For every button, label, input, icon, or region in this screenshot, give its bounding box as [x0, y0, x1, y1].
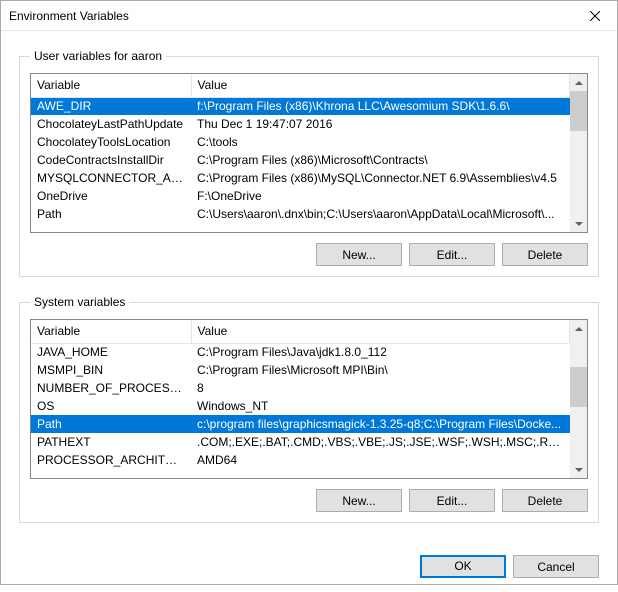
cell-value: C:\Program Files (x86)\Microsoft\Contrac… — [191, 151, 570, 169]
scroll-up-button[interactable] — [570, 320, 587, 337]
table-row[interactable]: PATHEXT.COM;.EXE;.BAT;.CMD;.VBS;.VBE;.JS… — [31, 433, 570, 451]
table-row[interactable]: AWE_DIRf:\Program Files (x86)\Khrona LLC… — [31, 97, 570, 115]
cancel-button[interactable]: Cancel — [513, 555, 599, 578]
user-delete-button[interactable]: Delete — [502, 243, 588, 266]
table-row[interactable]: ChocolateyLastPathUpdateThu Dec 1 19:47:… — [31, 115, 570, 133]
cell-variable: ChocolateyLastPathUpdate — [31, 115, 191, 133]
cell-value: AMD64 — [191, 451, 570, 469]
system-variables-table[interactable]: Variable Value JAVA_HOMEC:\Program Files… — [30, 319, 588, 479]
cell-value: C:\Program Files (x86)\MySQL\Connector.N… — [191, 169, 570, 187]
table-row[interactable]: OSWindows_NT — [31, 397, 570, 415]
cell-value: C:\Program Files\Java\jdk1.8.0_112 — [191, 343, 570, 361]
scroll-down-button[interactable] — [570, 461, 587, 478]
cell-variable: MYSQLCONNECTOR_ASSE... — [31, 169, 191, 187]
chevron-down-icon — [575, 220, 583, 228]
scroll-up-button[interactable] — [570, 74, 587, 91]
sys-edit-button[interactable]: Edit... — [409, 489, 495, 512]
cell-variable: JAVA_HOME — [31, 343, 191, 361]
cell-value: f:\Program Files (x86)\Khrona LLC\Awesom… — [191, 97, 570, 115]
ok-button[interactable]: OK — [420, 555, 506, 578]
scrollbar[interactable] — [570, 320, 587, 478]
table-row[interactable]: ChocolateyToolsLocationC:\tools — [31, 133, 570, 151]
table-row[interactable]: Pathc:\program files\graphicsmagick-1.3.… — [31, 415, 570, 433]
cell-value: .COM;.EXE;.BAT;.CMD;.VBS;.VBE;.JS;.JSE;.… — [191, 433, 570, 451]
dialog-content: User variables for aaron Variable Value … — [1, 31, 617, 555]
chevron-up-icon — [575, 325, 583, 333]
cell-variable: CodeContractsInstallDir — [31, 151, 191, 169]
cell-variable: AWE_DIR — [31, 97, 191, 115]
cell-value: c:\program files\graphicsmagick-1.3.25-q… — [191, 415, 570, 433]
sys-new-button[interactable]: New... — [316, 489, 402, 512]
cell-value: F:\OneDrive — [191, 187, 570, 205]
cell-variable: PROCESSOR_ARCHITECTURE — [31, 451, 191, 469]
scroll-track[interactable] — [570, 91, 587, 215]
table-row[interactable]: PathC:\Users\aaron\.dnx\bin;C:\Users\aar… — [31, 205, 570, 223]
scroll-down-button[interactable] — [570, 215, 587, 232]
system-variables-legend: System variables — [30, 295, 129, 309]
cell-variable: NUMBER_OF_PROCESSORS — [31, 379, 191, 397]
user-edit-button[interactable]: Edit... — [409, 243, 495, 266]
user-new-button[interactable]: New... — [316, 243, 402, 266]
cell-variable: Path — [31, 415, 191, 433]
column-header-value[interactable]: Value — [191, 320, 570, 343]
window-title: Environment Variables — [9, 9, 129, 23]
table-row[interactable]: CodeContractsInstallDirC:\Program Files … — [31, 151, 570, 169]
cell-variable: MSMPI_BIN — [31, 361, 191, 379]
system-variables-group: System variables Variable Value JAVA_HOM… — [19, 295, 599, 523]
scroll-thumb[interactable] — [570, 91, 587, 131]
cell-value: C:\tools — [191, 133, 570, 151]
cell-variable: OneDrive — [31, 187, 191, 205]
sys-delete-button[interactable]: Delete — [502, 489, 588, 512]
cell-value: C:\Program Files\Microsoft MPI\Bin\ — [191, 361, 570, 379]
chevron-down-icon — [575, 466, 583, 474]
close-icon — [590, 11, 600, 21]
user-variables-table[interactable]: Variable Value AWE_DIRf:\Program Files (… — [30, 73, 588, 233]
table-row[interactable]: MSMPI_BINC:\Program Files\Microsoft MPI\… — [31, 361, 570, 379]
cell-value: Thu Dec 1 19:47:07 2016 — [191, 115, 570, 133]
table-row[interactable]: PROCESSOR_ARCHITECTUREAMD64 — [31, 451, 570, 469]
column-header-variable[interactable]: Variable — [31, 74, 191, 97]
cell-variable: Path — [31, 205, 191, 223]
dialog-button-row: OK Cancel — [1, 555, 617, 592]
table-row[interactable]: MYSQLCONNECTOR_ASSE...C:\Program Files (… — [31, 169, 570, 187]
column-header-variable[interactable]: Variable — [31, 320, 191, 343]
cell-value: Windows_NT — [191, 397, 570, 415]
titlebar: Environment Variables — [1, 1, 617, 31]
scroll-thumb[interactable] — [570, 367, 587, 407]
table-row[interactable]: NUMBER_OF_PROCESSORS8 — [31, 379, 570, 397]
cell-variable: ChocolateyToolsLocation — [31, 133, 191, 151]
table-row[interactable]: JAVA_HOMEC:\Program Files\Java\jdk1.8.0_… — [31, 343, 570, 361]
scrollbar[interactable] — [570, 74, 587, 232]
close-button[interactable] — [572, 1, 617, 30]
column-header-value[interactable]: Value — [191, 74, 570, 97]
cell-value: C:\Users\aaron\.dnx\bin;C:\Users\aaron\A… — [191, 205, 570, 223]
cell-variable: OS — [31, 397, 191, 415]
cell-value: 8 — [191, 379, 570, 397]
scroll-track[interactable] — [570, 337, 587, 461]
cell-variable: PATHEXT — [31, 433, 191, 451]
user-variables-group: User variables for aaron Variable Value … — [19, 49, 599, 277]
table-row[interactable]: OneDriveF:\OneDrive — [31, 187, 570, 205]
user-variables-legend: User variables for aaron — [30, 49, 166, 63]
chevron-up-icon — [575, 79, 583, 87]
